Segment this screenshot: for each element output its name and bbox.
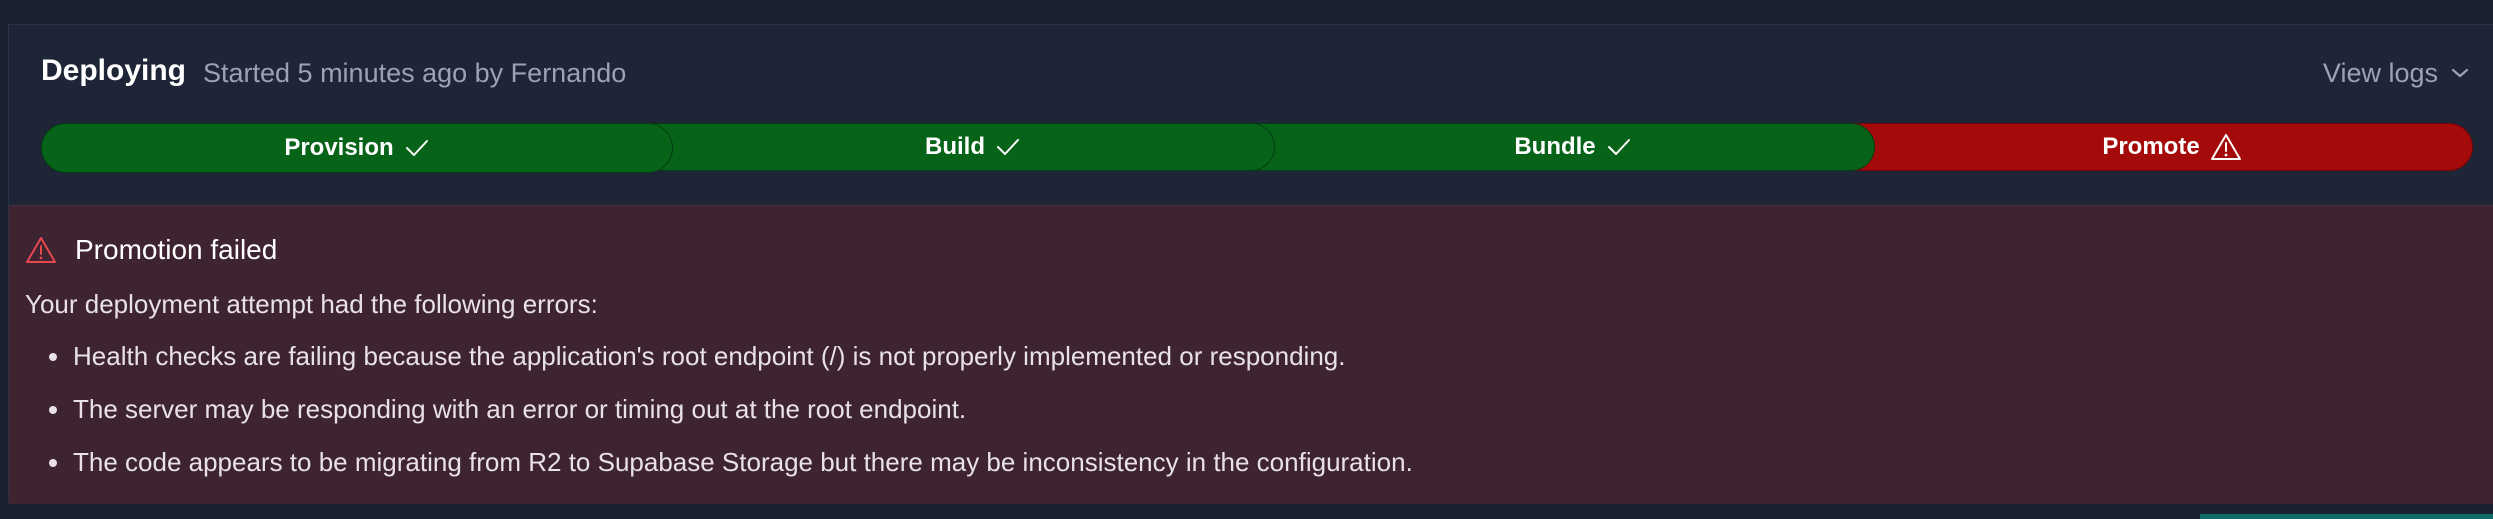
step-promote[interactable]: Promote: [1841, 123, 2473, 171]
warning-icon: [26, 237, 56, 263]
error-item-text: The code appears to be migrating from R2…: [73, 447, 1413, 477]
bullet: [49, 459, 57, 467]
error-title-text: Promotion failed: [75, 234, 278, 265]
deployment-status-title: Deploying: [41, 54, 187, 87]
teal-strip: [2200, 514, 2493, 519]
error-intro: Your deployment attempt had the followin…: [25, 289, 598, 319]
check-icon: [995, 136, 1021, 158]
error-title: Promotion failed: [25, 230, 277, 270]
bullet: [49, 406, 57, 414]
check-icon: [1606, 136, 1632, 158]
step-label: Bundle: [1514, 133, 1596, 160]
step-label: Promote: [2102, 133, 2200, 160]
list-item: The code appears to be migrating from R2…: [25, 442, 1413, 482]
step-provision[interactable]: Provision: [41, 123, 673, 173]
deployment-header: Deploying Started 5 minutes ago by Ferna…: [9, 25, 2493, 205]
deployment-panel: Deploying Started 5 minutes ago by Ferna…: [8, 24, 2493, 504]
warning-icon: [2210, 133, 2242, 161]
promotion-error-alert: Promotion failed Your deployment attempt…: [9, 205, 2493, 504]
deployment-steps: Provision Build Bundle Promote: [41, 123, 2473, 173]
step-label: Build: [925, 133, 985, 160]
step-build[interactable]: Build: [641, 123, 1275, 171]
deployment-started-text: Started 5 minutes ago by Fernando: [203, 58, 627, 88]
error-list: Health checks are failing because the ap…: [25, 336, 1413, 495]
list-item: The server may be responding with an err…: [25, 389, 1413, 429]
step-label: Provision: [284, 134, 394, 161]
view-logs-label: View logs: [2322, 58, 2438, 88]
step-bundle[interactable]: Bundle: [1241, 123, 1875, 171]
list-item: Health checks are failing because the ap…: [25, 336, 1413, 376]
bullet: [49, 353, 57, 361]
error-item-text: Health checks are failing because the ap…: [73, 341, 1346, 371]
check-icon: [404, 137, 430, 159]
error-item-text: The server may be responding with an err…: [73, 394, 967, 424]
chevron-down-icon: [2451, 68, 2469, 78]
view-logs-button[interactable]: View logs: [2323, 53, 2470, 93]
